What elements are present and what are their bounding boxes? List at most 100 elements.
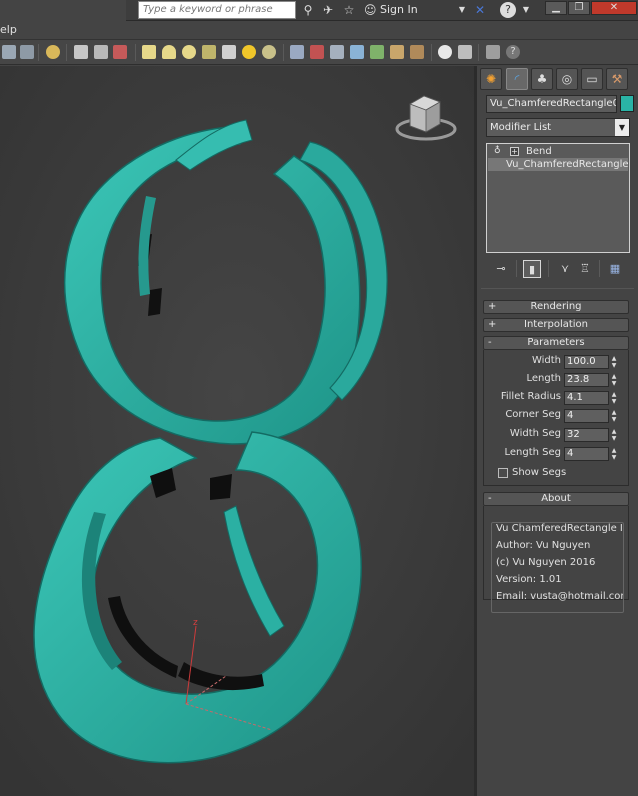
menu-help[interactable]: elp bbox=[0, 23, 17, 36]
rollout-toggle: + bbox=[488, 301, 497, 312]
rollout-interpolation[interactable]: + Interpolation bbox=[483, 318, 629, 332]
rollout-rendering[interactable]: + Rendering bbox=[483, 300, 629, 314]
perspective-viewport[interactable]: z bbox=[0, 66, 474, 796]
rollout-toggle: - bbox=[488, 493, 492, 504]
minimize-button[interactable]: ▁ bbox=[545, 1, 567, 15]
rollout-title: About bbox=[541, 493, 571, 504]
corner-seg-field[interactable]: 4 bbox=[564, 409, 609, 423]
satellite-icon[interactable]: ✈ bbox=[320, 2, 336, 18]
pin-stack-icon[interactable]: ⊸ bbox=[492, 260, 510, 278]
spinner-icon[interactable]: ▲ ▼ bbox=[610, 373, 618, 387]
title-bar: Type a keyword or phrase ⚲ ✈ ☆ ☺ Sign In… bbox=[0, 0, 638, 21]
help-icon[interactable]: ? bbox=[500, 2, 516, 18]
cloth-icon[interactable] bbox=[330, 45, 344, 59]
panel-divider bbox=[481, 288, 634, 289]
chevron-down-icon[interactable]: ▼ bbox=[615, 119, 629, 136]
binoculars-icon[interactable]: ⚲ bbox=[300, 2, 316, 18]
stack-item-base-object[interactable]: Vu_ChamferedRectangle bbox=[488, 158, 629, 171]
skylight-icon[interactable] bbox=[262, 45, 276, 59]
gear-tool-icon[interactable] bbox=[350, 45, 364, 59]
sun-icon[interactable] bbox=[242, 45, 256, 59]
show-segs-row: Show Segs bbox=[484, 466, 630, 482]
remove-modifier-icon[interactable]: ♖ bbox=[576, 260, 594, 278]
brush-icon[interactable] bbox=[410, 45, 424, 59]
dome-icon[interactable] bbox=[162, 45, 176, 59]
fire-icon[interactable] bbox=[310, 45, 324, 59]
object-color-swatch[interactable] bbox=[620, 95, 634, 112]
main-toolbar: ? bbox=[0, 40, 638, 65]
tab-modify[interactable]: ◜ bbox=[506, 68, 528, 90]
show-end-result-icon[interactable]: ▮ bbox=[523, 260, 541, 278]
rollout-title: Rendering bbox=[530, 301, 582, 312]
rollout-title: Parameters bbox=[527, 337, 585, 348]
length-field[interactable]: 23.8 bbox=[564, 373, 609, 387]
param-label: Fillet Radius bbox=[500, 391, 561, 402]
teapot-icon[interactable] bbox=[74, 45, 88, 59]
make-unique-icon[interactable]: ⋎ bbox=[556, 260, 574, 278]
plant-icon[interactable] bbox=[370, 45, 384, 59]
toolbar-separator bbox=[478, 44, 479, 61]
width-seg-field[interactable]: 32 bbox=[564, 428, 609, 442]
about-title: Vu ChamferedRectangle Info bbox=[496, 523, 623, 534]
command-panel: ✺ ◜ ♣ ◎ ▭ ⚒ Vu_ChamferedRectangle002 Mod… bbox=[477, 66, 638, 796]
stack-item-bend[interactable]: ♁ + Bend bbox=[488, 145, 628, 158]
rollout-toggle: - bbox=[488, 337, 492, 348]
rollout-parameters[interactable]: - Parameters bbox=[483, 336, 629, 350]
star-icon[interactable]: ☆ bbox=[341, 2, 357, 18]
lightbulb-icon[interactable]: ♁ bbox=[494, 145, 501, 158]
exchange-icon[interactable]: ✕ bbox=[472, 2, 488, 18]
help-dropdown-icon[interactable]: ▼ bbox=[518, 2, 534, 18]
tab-motion[interactable]: ◎ bbox=[556, 68, 578, 90]
spinner-icon[interactable]: ▲ ▼ bbox=[610, 391, 618, 405]
spinner-icon[interactable]: ▲ ▼ bbox=[610, 447, 618, 461]
expand-icon[interactable]: + bbox=[510, 147, 519, 156]
stack-toolbar: ⊸ ▮ ⋎ ♖ ▦ bbox=[486, 258, 634, 280]
show-segs-checkbox[interactable] bbox=[498, 468, 508, 478]
particles-icon[interactable] bbox=[290, 45, 304, 59]
tab-utilities[interactable]: ⚒ bbox=[606, 68, 628, 90]
light-icon[interactable] bbox=[46, 45, 60, 59]
param-length-seg: Length Seg 4 ▲ ▼ bbox=[484, 446, 630, 462]
layer-explorer-icon[interactable] bbox=[2, 45, 16, 59]
material-ball-icon[interactable] bbox=[438, 45, 452, 59]
length-seg-field[interactable]: 4 bbox=[564, 447, 609, 461]
plane-icon[interactable] bbox=[142, 45, 156, 59]
spinner-icon[interactable]: ▲ ▼ bbox=[610, 428, 618, 442]
width-field[interactable]: 100.0 bbox=[564, 355, 609, 369]
modifier-list-label: Modifier List bbox=[490, 122, 552, 133]
sign-in-button[interactable]: Sign In bbox=[380, 2, 418, 18]
about-email: Email: vusta@hotmail.com bbox=[496, 591, 624, 602]
sphere-icon[interactable] bbox=[182, 45, 196, 59]
toolbar-separator bbox=[599, 260, 600, 277]
tab-display[interactable]: ▭ bbox=[581, 68, 603, 90]
tab-hierarchy[interactable]: ♣ bbox=[531, 68, 553, 90]
render-setup-icon[interactable] bbox=[94, 45, 108, 59]
configure-modifier-sets-icon[interactable]: ▦ bbox=[606, 260, 624, 278]
fillet-radius-field[interactable]: 4.1 bbox=[564, 391, 609, 405]
torus-icon[interactable] bbox=[202, 45, 216, 59]
toolbar-help-icon[interactable]: ? bbox=[506, 45, 520, 59]
close-button[interactable]: ✕ bbox=[591, 1, 637, 15]
object-name-field[interactable]: Vu_ChamferedRectangle002 bbox=[486, 95, 617, 113]
param-label: Width bbox=[531, 355, 561, 366]
param-fillet-radius: Fillet Radius 4.1 ▲ ▼ bbox=[484, 390, 630, 406]
rollout-about[interactable]: - About bbox=[483, 492, 629, 506]
tab-create[interactable]: ✺ bbox=[480, 68, 502, 90]
modifier-list-dropdown[interactable]: Modifier List ▼ bbox=[486, 118, 630, 137]
render-icon[interactable] bbox=[113, 45, 127, 59]
spinner-icon[interactable]: ▲ ▼ bbox=[610, 409, 618, 423]
toolbar-separator bbox=[66, 44, 67, 61]
hair-icon[interactable] bbox=[390, 45, 404, 59]
search-input[interactable]: Type a keyword or phrase bbox=[138, 1, 296, 19]
chevron-down-icon[interactable]: ▼ bbox=[454, 2, 470, 18]
scene-explorer-icon[interactable] bbox=[20, 45, 34, 59]
tool-settings-icon[interactable] bbox=[486, 45, 500, 59]
param-label: Width Seg bbox=[509, 428, 561, 439]
notepad-icon[interactable] bbox=[458, 45, 472, 59]
app-window: Type a keyword or phrase ⚲ ✈ ☆ ☺ Sign In… bbox=[0, 0, 638, 796]
toolbar-separator bbox=[516, 260, 517, 277]
cone-icon[interactable] bbox=[222, 45, 236, 59]
restore-button[interactable]: ❐ bbox=[568, 1, 590, 15]
spinner-icon[interactable]: ▲ ▼ bbox=[610, 355, 618, 369]
toolbar-separator bbox=[38, 44, 39, 61]
